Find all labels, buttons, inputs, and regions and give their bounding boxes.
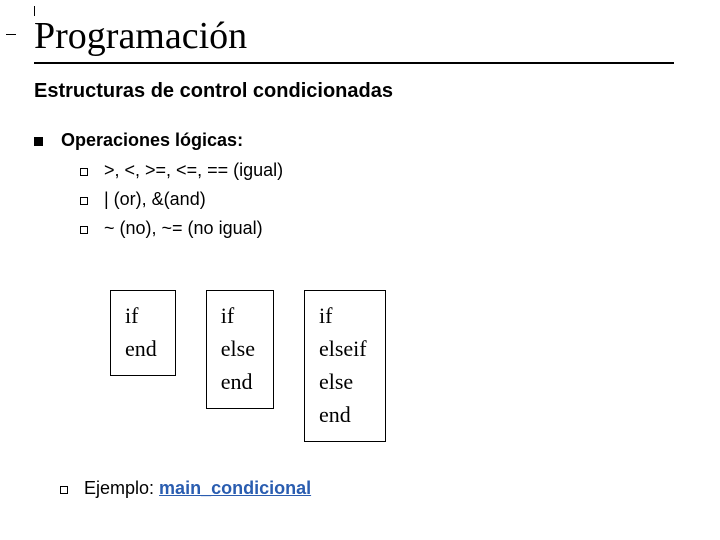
code-line: else: [221, 332, 255, 365]
square-bullet-icon: [34, 137, 43, 146]
code-block-row: if end if else end if elseif else end: [110, 290, 386, 442]
title-underline: [34, 62, 674, 64]
code-line: end: [221, 365, 255, 398]
example-row: Ejemplo: main_condicional: [60, 478, 311, 499]
list-item: >, <, >=, <=, == (igual): [80, 160, 283, 181]
code-line: if: [221, 299, 255, 332]
list-item-text: | (or), &(and): [104, 189, 206, 210]
page-title: Programación: [34, 14, 247, 58]
hollow-square-bullet-icon: [80, 226, 88, 234]
code-line: if: [125, 299, 157, 332]
code-line: end: [319, 398, 367, 431]
hollow-square-bullet-icon: [60, 486, 68, 494]
code-line: if: [319, 299, 367, 332]
hollow-square-bullet-icon: [80, 197, 88, 205]
code-line: end: [125, 332, 157, 365]
section-heading-row: Operaciones lógicas:: [34, 130, 243, 151]
bullet-list: >, <, >=, <=, == (igual) | (or), &(and) …: [80, 160, 283, 247]
example-label: Ejemplo:: [84, 478, 159, 498]
list-item: | (or), &(and): [80, 189, 283, 210]
subtitle: Estructuras de control condicionadas: [34, 80, 393, 103]
section-heading: Operaciones lógicas:: [61, 130, 243, 151]
corner-tick-left: [6, 34, 16, 35]
list-item: ~ (no), ~= (no igual): [80, 218, 283, 239]
code-block-if: if end: [110, 290, 176, 376]
example-link[interactable]: main_condicional: [159, 478, 311, 498]
list-item-text: ~ (no), ~= (no igual): [104, 218, 263, 239]
code-line: else: [319, 365, 367, 398]
hollow-square-bullet-icon: [80, 168, 88, 176]
list-item-text: >, <, >=, <=, == (igual): [104, 160, 283, 181]
code-block-if-elseif: if elseif else end: [304, 290, 386, 442]
code-line: elseif: [319, 332, 367, 365]
example-text: Ejemplo: main_condicional: [84, 478, 311, 499]
code-block-if-else: if else end: [206, 290, 274, 409]
